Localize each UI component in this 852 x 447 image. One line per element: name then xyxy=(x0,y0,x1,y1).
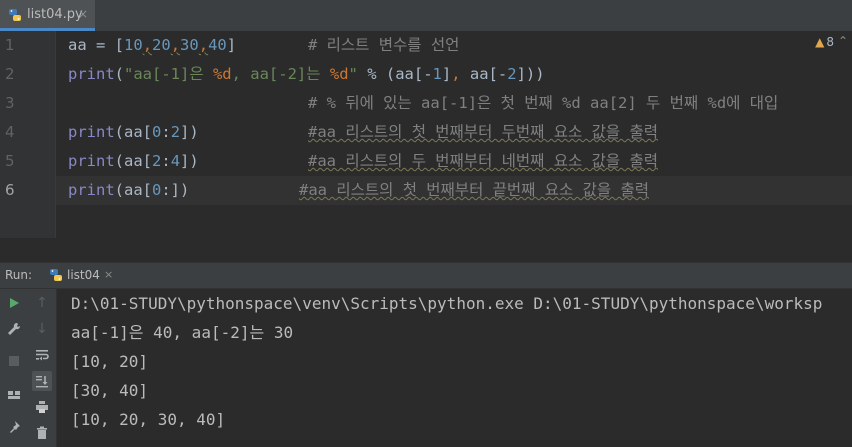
warning-count: 8 xyxy=(826,35,834,49)
code-comment-1: # 리스트 변수를 선언 xyxy=(308,36,460,54)
code-comment-3: # % 뒤에 있는 aa[-1]은 첫 번째 %d aa[2] 두 번째 %d에… xyxy=(308,94,779,112)
pin-icon[interactable] xyxy=(4,417,24,437)
code-comment-5: #aa 리스트의 두 번째부터 네번째 요소 값을 출력 xyxy=(308,152,658,170)
code-number: 4 xyxy=(170,152,181,170)
code-format: %d xyxy=(212,65,232,83)
code-number: 2 xyxy=(170,123,181,141)
code-line-4: print(aa[0:2]) xyxy=(68,118,199,147)
console-line: D:\01-STUDY\pythonspace\venv\Scripts\pyt… xyxy=(71,294,823,313)
code-function: print xyxy=(68,65,115,83)
run-console-output[interactable]: D:\01-STUDY\pythonspace\venv\Scripts\pyt… xyxy=(57,289,852,447)
print-icon[interactable] xyxy=(32,397,52,417)
code-comma: , xyxy=(451,65,461,83)
python-run-icon xyxy=(50,269,62,281)
code-comma: , xyxy=(198,36,209,54)
warning-icon: ▲ xyxy=(815,35,825,49)
code-token: ( xyxy=(114,65,125,83)
code-number: 30 xyxy=(180,36,199,54)
code-function: print xyxy=(68,123,115,141)
code-token: % (aa[- xyxy=(357,65,433,83)
code-comma: , xyxy=(142,36,153,54)
run-toolbar-secondary: ↑ ↓ xyxy=(28,289,57,447)
code-token: ]) xyxy=(180,152,199,170)
close-icon[interactable]: × xyxy=(78,7,88,21)
console-line: aa[-1]은 40, aa[-2]는 30 xyxy=(71,323,294,342)
arrow-down-icon[interactable]: ↓ xyxy=(32,319,52,339)
console-line: [10, 20, 30, 40] xyxy=(71,410,226,429)
code-number: 2 xyxy=(152,152,162,170)
code-token: aa xyxy=(68,36,87,54)
chevron-up-icon[interactable]: ⌃ xyxy=(838,34,848,48)
code-token: ])) xyxy=(516,65,545,83)
code-number: 0 xyxy=(152,123,162,141)
code-comment-4: #aa 리스트의 첫 번째부터 두번째 요소 값을 출력 xyxy=(308,123,658,141)
code-token: aa[- xyxy=(460,65,508,83)
code-line-5: print(aa[2:4]) xyxy=(68,147,199,176)
trash-icon[interactable] xyxy=(32,423,52,443)
editor-bottom-area xyxy=(0,238,852,262)
run-icon[interactable] xyxy=(4,293,24,313)
code-number: 10 xyxy=(124,36,143,54)
arrow-up-icon[interactable]: ↑ xyxy=(32,293,52,313)
line-number: 2 xyxy=(5,65,15,83)
python-file-icon xyxy=(9,9,21,21)
code-number: 2 xyxy=(507,65,517,83)
line-number: 5 xyxy=(5,152,15,170)
code-token: : xyxy=(161,123,171,141)
close-icon[interactable]: × xyxy=(104,268,113,281)
run-toolbar-primary xyxy=(0,289,29,447)
code-token: (aa[ xyxy=(114,123,152,141)
code-number: 0 xyxy=(152,181,162,199)
line-number-gutter: 1 2 3 4 5 6 xyxy=(0,31,56,238)
code-string: " xyxy=(348,65,358,83)
code-comment-6: #aa 리스트의 첫 번째부터 끝번째 요소 값을 출력 xyxy=(299,181,649,199)
code-token: : xyxy=(161,152,171,170)
code-line-2: print("aa[-1]은 %d, aa[-2]는 %d" % (aa[-1]… xyxy=(68,60,545,89)
code-string: , aa[-2]는 xyxy=(231,65,330,83)
line-number: 4 xyxy=(5,123,15,141)
run-tab-list04[interactable]: list04 × xyxy=(41,263,121,289)
console-line: [30, 40] xyxy=(71,381,149,400)
tab-label: list04.py xyxy=(27,7,83,22)
run-tab-label: list04 xyxy=(67,268,100,282)
line-number: 1 xyxy=(5,36,15,54)
run-label: Run: xyxy=(5,268,33,282)
soft-wrap-icon[interactable] xyxy=(32,345,52,365)
line-number: 6 xyxy=(5,181,15,199)
tab-list04-py[interactable]: list04.py × xyxy=(0,0,95,31)
code-function: print xyxy=(68,181,115,199)
console-line: [10, 20] xyxy=(71,352,149,371)
code-number: 20 xyxy=(152,36,171,54)
run-tool-window-header: Run: list04 × xyxy=(0,262,852,289)
code-token: ] xyxy=(441,65,452,83)
code-function: print xyxy=(68,152,115,170)
wrench-icon[interactable] xyxy=(4,319,24,339)
code-line-6: print(aa[0:]) xyxy=(68,176,189,205)
code-number: 40 xyxy=(208,36,227,54)
code-editor[interactable]: 1 2 3 4 5 6 aa = [10,20,30,40] # 리스트 변수를… xyxy=(0,31,852,238)
code-number: 1 xyxy=(432,65,442,83)
code-format: %d xyxy=(329,65,349,83)
line-number: 3 xyxy=(5,94,15,112)
editor-tab-bar: list04.py × xyxy=(0,0,852,32)
code-string: "aa[-1]은 xyxy=(124,65,213,83)
code-comma: , xyxy=(170,36,181,54)
code-token: :]) xyxy=(161,181,190,199)
code-token: ]) xyxy=(180,123,199,141)
code-token: = xyxy=(86,36,115,54)
inspection-widget[interactable]: ▲ 8 ⌃ xyxy=(815,34,848,49)
code-token: ] xyxy=(226,36,237,54)
scroll-to-end-icon[interactable] xyxy=(32,371,52,391)
code-line-1: aa = [10,20,30,40] xyxy=(68,31,236,60)
code-token: (aa[ xyxy=(114,181,152,199)
layout-icon[interactable] xyxy=(4,385,24,405)
code-token: [ xyxy=(114,36,125,54)
stop-icon[interactable] xyxy=(4,351,24,371)
code-token: (aa[ xyxy=(114,152,152,170)
